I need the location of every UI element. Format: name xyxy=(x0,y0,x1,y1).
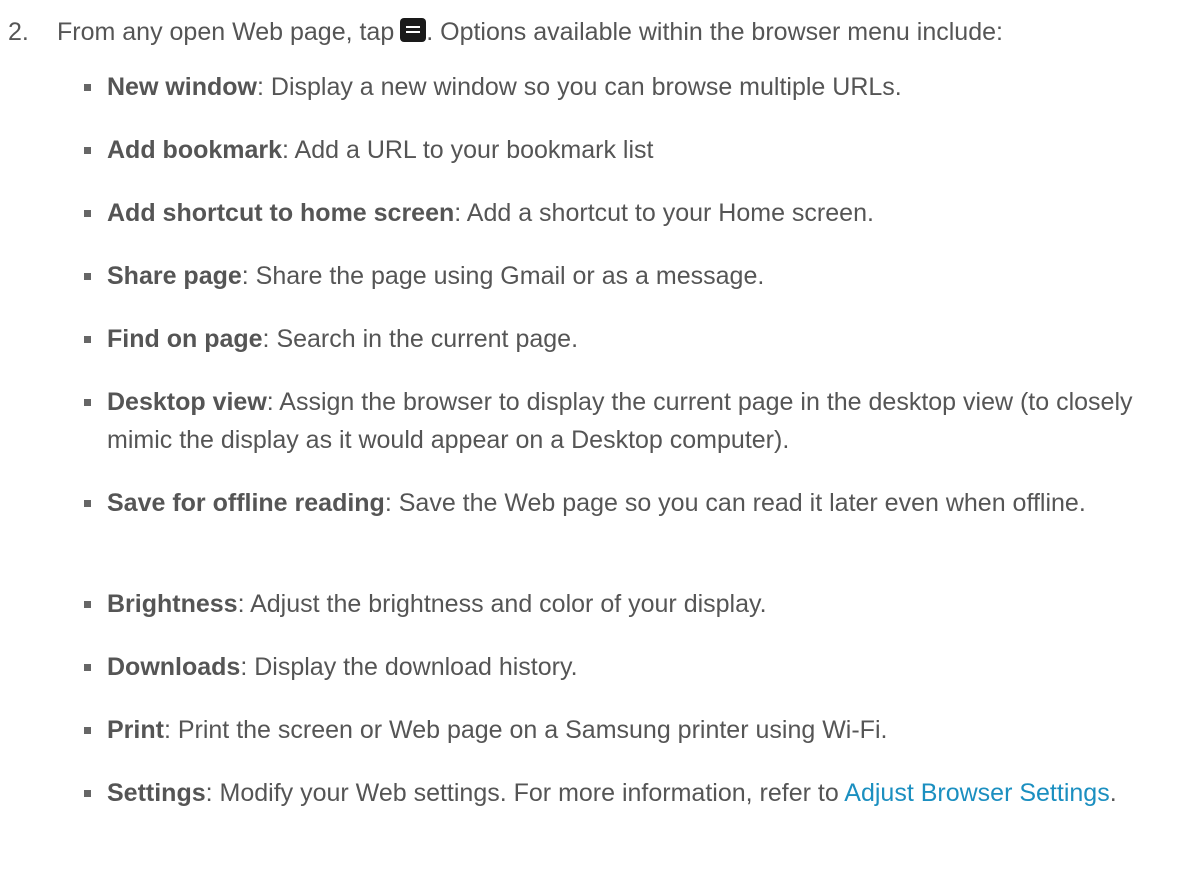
item-description: : Print the screen or Web page on a Sams… xyxy=(163,716,888,744)
item-term: Downloads xyxy=(107,653,241,681)
bullet-icon xyxy=(84,147,91,154)
item-description: : Share the page using Gmail or as a mes… xyxy=(241,262,765,290)
item-term: Brightness xyxy=(107,590,238,618)
item-term: Print xyxy=(107,716,164,744)
item-description: : Display the download history. xyxy=(240,653,578,681)
item-term: Settings xyxy=(107,779,206,807)
adjust-browser-settings-link[interactable]: Adjust Browser Settings xyxy=(844,779,1109,807)
item-description: : Modify your Web settings. For more inf… xyxy=(205,779,845,807)
item-description-end: . xyxy=(1109,779,1117,807)
item-description: : Save the Web page so you can read it l… xyxy=(384,489,1086,517)
step-text-after-icon: . Options available within the browser m… xyxy=(426,18,1003,46)
bullet-icon xyxy=(84,210,91,217)
bullet-icon xyxy=(84,664,91,671)
item-description: : Add a shortcut to your Home screen. xyxy=(454,199,874,227)
item-term: Add bookmark xyxy=(107,136,283,164)
item-term: Desktop view xyxy=(107,388,267,416)
bullet-icon xyxy=(84,790,91,797)
menu-key-icon xyxy=(400,18,427,42)
item-description: : Adjust the brightness and color of you… xyxy=(237,590,767,618)
item-term: Share page xyxy=(107,262,242,290)
item-term: New window xyxy=(107,73,257,101)
item-description: : Search in the current page. xyxy=(262,325,579,353)
bullet-icon xyxy=(84,601,91,608)
item-term: Save for offline reading xyxy=(107,489,385,517)
item-description: : Display a new window so you can browse… xyxy=(257,73,902,101)
bullet-icon xyxy=(84,273,91,280)
step-text: From any open Web page, tap . Options ava… xyxy=(57,2,1003,62)
item-term: Find on page xyxy=(107,325,263,353)
bullet-icon xyxy=(84,336,91,343)
bullet-icon xyxy=(84,399,91,406)
item-term: Add shortcut to home screen xyxy=(107,199,455,227)
bullet-icon xyxy=(84,500,91,507)
step-text-before-icon: From any open Web page, tap xyxy=(57,18,395,46)
bullet-icon xyxy=(84,84,91,91)
bullet-icon xyxy=(84,727,91,734)
step-number: 2. xyxy=(8,18,29,46)
item-description: : Add a URL to your bookmark list xyxy=(282,136,654,164)
